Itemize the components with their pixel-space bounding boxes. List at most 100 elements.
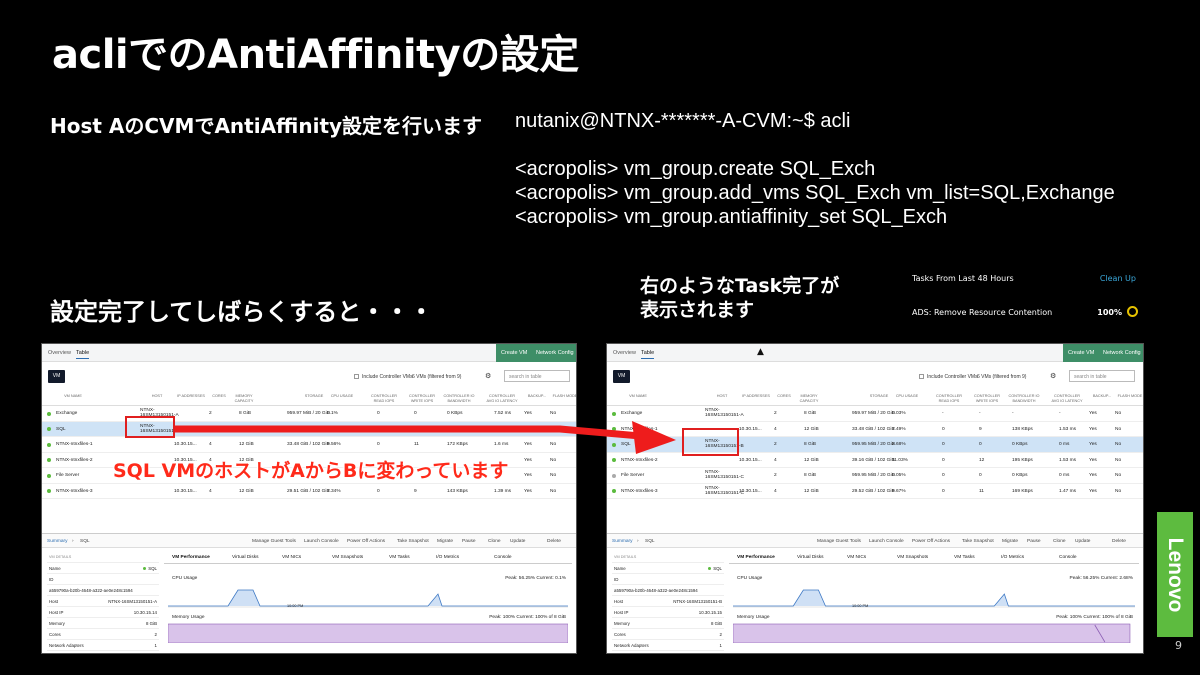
- network-config-button[interactable]: Network Config: [1103, 350, 1141, 356]
- vm-action-button[interactable]: Delete: [547, 539, 561, 544]
- tab-overview[interactable]: Overview: [48, 350, 71, 356]
- table-row[interactable]: NTNX-ntnxfiles-3 NTNX- 16SM13150151-C 10.30…: [607, 484, 1143, 499]
- column-header[interactable]: VM NAME: [621, 394, 655, 399]
- table-toolbar: VM Include Controller VMs 6 VMs (filtered …: [42, 366, 576, 388]
- panel-tab[interactable]: Virtual Disks: [797, 555, 824, 560]
- search-input[interactable]: search in table: [1069, 370, 1135, 382]
- cell-mem: 8 GiB: [804, 411, 816, 416]
- include-cvm-checkbox[interactable]: [354, 374, 359, 379]
- column-header[interactable]: CPU USAGE: [325, 394, 359, 399]
- table-row[interactable]: SQL NTNX- 16SM13150151-A 0 KBps 0 ms Yes No: [42, 421, 576, 437]
- table-row[interactable]: Exchange NTNX- 16SM13150151-A 2 8 GiB 959.97 …: [607, 406, 1143, 422]
- settings-gear-icon[interactable]: ⚙: [1050, 372, 1056, 380]
- vm-action-button[interactable]: Clone: [1053, 539, 1066, 544]
- tab-overview[interactable]: Overview: [613, 350, 636, 356]
- column-header[interactable]: CONTROLLER WRITE IOPS: [970, 394, 1004, 403]
- vm-action-button[interactable]: Clone: [488, 539, 501, 544]
- vm-name[interactable]: SQL: [621, 442, 631, 447]
- vm-name[interactable]: SQL: [56, 427, 66, 432]
- vm-name[interactable]: NTNX-ntnxfiles-1: [56, 442, 93, 447]
- column-header[interactable]: HOST: [140, 394, 174, 399]
- column-header[interactable]: CONTROLLER READ IOPS: [367, 394, 401, 403]
- table-row[interactable]: Exchange NTNX- 16SM13150151-A 2 8 GiB 959.97 …: [42, 406, 576, 422]
- vm-name[interactable]: NTNX-ntnxfiles-3: [621, 489, 658, 494]
- task-item[interactable]: ADS: Remove Resource Contention: [912, 308, 1052, 317]
- vm-action-button[interactable]: Update: [510, 539, 525, 544]
- vm-name[interactable]: NTNX-ntnxfiles-1: [621, 427, 658, 432]
- panel-tab[interactable]: Console: [494, 555, 512, 560]
- memory-usage-chart: [733, 623, 1135, 643]
- vm-action-button[interactable]: Pause: [462, 539, 476, 544]
- column-header[interactable]: CONTROLLER WRITE IOPS: [405, 394, 439, 403]
- cpu-usage-chart: [733, 584, 1135, 608]
- column-header[interactable]: HOST: [705, 394, 739, 399]
- panel-tab[interactable]: VM Performance: [172, 555, 210, 560]
- cell-bw: -: [1012, 411, 1014, 416]
- vm-action-button[interactable]: Power Off Actions: [347, 539, 385, 544]
- tab-table[interactable]: Table: [641, 350, 655, 359]
- column-header[interactable]: MEMORY CAPACITY: [792, 394, 826, 403]
- panel-tab[interactable]: I/O Metrics: [1001, 555, 1024, 560]
- summary-link[interactable]: Summary: [47, 539, 68, 544]
- panel-tab[interactable]: I/O Metrics: [436, 555, 459, 560]
- summary-link[interactable]: Summary: [612, 539, 633, 544]
- detail-row: a559790a-b20b-4648-a322-ae0e248c1594: [47, 585, 159, 596]
- clean-up-link[interactable]: Clean Up: [1100, 274, 1136, 283]
- search-input[interactable]: search in table: [504, 370, 570, 382]
- column-header[interactable]: CONTROLLER IO BANDWIDTH: [442, 394, 476, 403]
- column-header[interactable]: VM NAME: [56, 394, 90, 399]
- vm-action-button[interactable]: Manage Guest Tools: [252, 539, 296, 544]
- panel-tab[interactable]: VM NICs: [847, 555, 866, 560]
- vm-action-button[interactable]: Migrate: [1002, 539, 1018, 544]
- vm-action-button[interactable]: Launch Console: [304, 539, 339, 544]
- table-row[interactable]: File Server NTNX- 16SM13150151-C 2 8 GiB 959.…: [607, 468, 1143, 484]
- panel-tab[interactable]: VM Snapshots: [897, 555, 928, 560]
- cell-bw: 143 KBps: [447, 488, 468, 494]
- vm-name[interactable]: Exchange: [621, 411, 642, 416]
- column-header[interactable]: CONTROLLER AVG IO LATENCY: [1050, 394, 1084, 403]
- panel-tab[interactable]: Console: [1059, 555, 1077, 560]
- panel-tab[interactable]: VM Tasks: [389, 555, 410, 560]
- vm-action-button[interactable]: Migrate: [437, 539, 453, 544]
- table-row[interactable]: NTNX-ntnxfiles-3 10.30.15... 4 12 GiB 29.51 …: [42, 484, 576, 499]
- panel-tab[interactable]: Virtual Disks: [232, 555, 259, 560]
- detail-row: Network Adapters 1: [47, 640, 159, 651]
- vm-action-button[interactable]: Delete: [1112, 539, 1126, 544]
- vm-name[interactable]: Exchange: [56, 411, 77, 416]
- vm-name[interactable]: NTNX-ntnxfiles-3: [56, 489, 93, 494]
- vm-name[interactable]: File Server: [621, 473, 644, 478]
- panel-tab[interactable]: VM Snapshots: [332, 555, 363, 560]
- cell-mem: 12 GiB: [239, 442, 254, 447]
- panel-tab[interactable]: VM NICs: [282, 555, 301, 560]
- vm-name[interactable]: NTNX-ntnxfiles-2: [56, 458, 93, 463]
- command-line-1: nutanix@NTNX-*******-A-CVM:~$ acli: [515, 110, 851, 132]
- create-vm-button[interactable]: Create VM: [501, 350, 527, 356]
- vm-action-button[interactable]: Launch Console: [869, 539, 904, 544]
- column-header[interactable]: MEMORY CAPACITY: [227, 394, 261, 403]
- vm-button[interactable]: VM: [48, 370, 65, 383]
- vm-name[interactable]: NTNX-ntnxfiles-2: [621, 458, 658, 463]
- settings-gear-icon[interactable]: ⚙: [485, 372, 491, 380]
- network-config-button[interactable]: Network Config: [536, 350, 574, 356]
- column-header[interactable]: CONTROLLER IO BANDWIDTH: [1007, 394, 1041, 403]
- vm-action-button[interactable]: Take Snapshot: [962, 539, 994, 544]
- column-header[interactable]: FLASH MODE: [1113, 394, 1143, 399]
- vm-button[interactable]: VM: [613, 370, 630, 383]
- vm-action-button[interactable]: Pause: [1027, 539, 1041, 544]
- vm-name[interactable]: File Server: [56, 473, 79, 478]
- summary-bar: Summary › SQL Manage Guest Tools Launch Cons…: [42, 533, 576, 548]
- vm-action-button[interactable]: Power Off Actions: [912, 539, 950, 544]
- column-header[interactable]: CONTROLLER AVG IO LATENCY: [485, 394, 519, 403]
- vm-action-button[interactable]: Take Snapshot: [397, 539, 429, 544]
- panel-tab[interactable]: VM Tasks: [954, 555, 975, 560]
- vm-action-button[interactable]: Manage Guest Tools: [817, 539, 861, 544]
- vm-action-button[interactable]: Update: [1075, 539, 1090, 544]
- create-vm-button[interactable]: Create VM: [1068, 350, 1094, 356]
- column-header[interactable]: CONTROLLER READ IOPS: [932, 394, 966, 403]
- table-row[interactable]: NTNX-ntnxfiles-1 10.30.15... 4 12 GiB 33.48 …: [42, 437, 576, 453]
- column-header[interactable]: CPU USAGE: [890, 394, 924, 399]
- panel-tab[interactable]: VM Performance: [737, 555, 775, 560]
- include-cvm-checkbox[interactable]: [919, 374, 924, 379]
- tab-table[interactable]: Table: [76, 350, 90, 359]
- column-header[interactable]: FLASH MODE: [548, 394, 576, 399]
